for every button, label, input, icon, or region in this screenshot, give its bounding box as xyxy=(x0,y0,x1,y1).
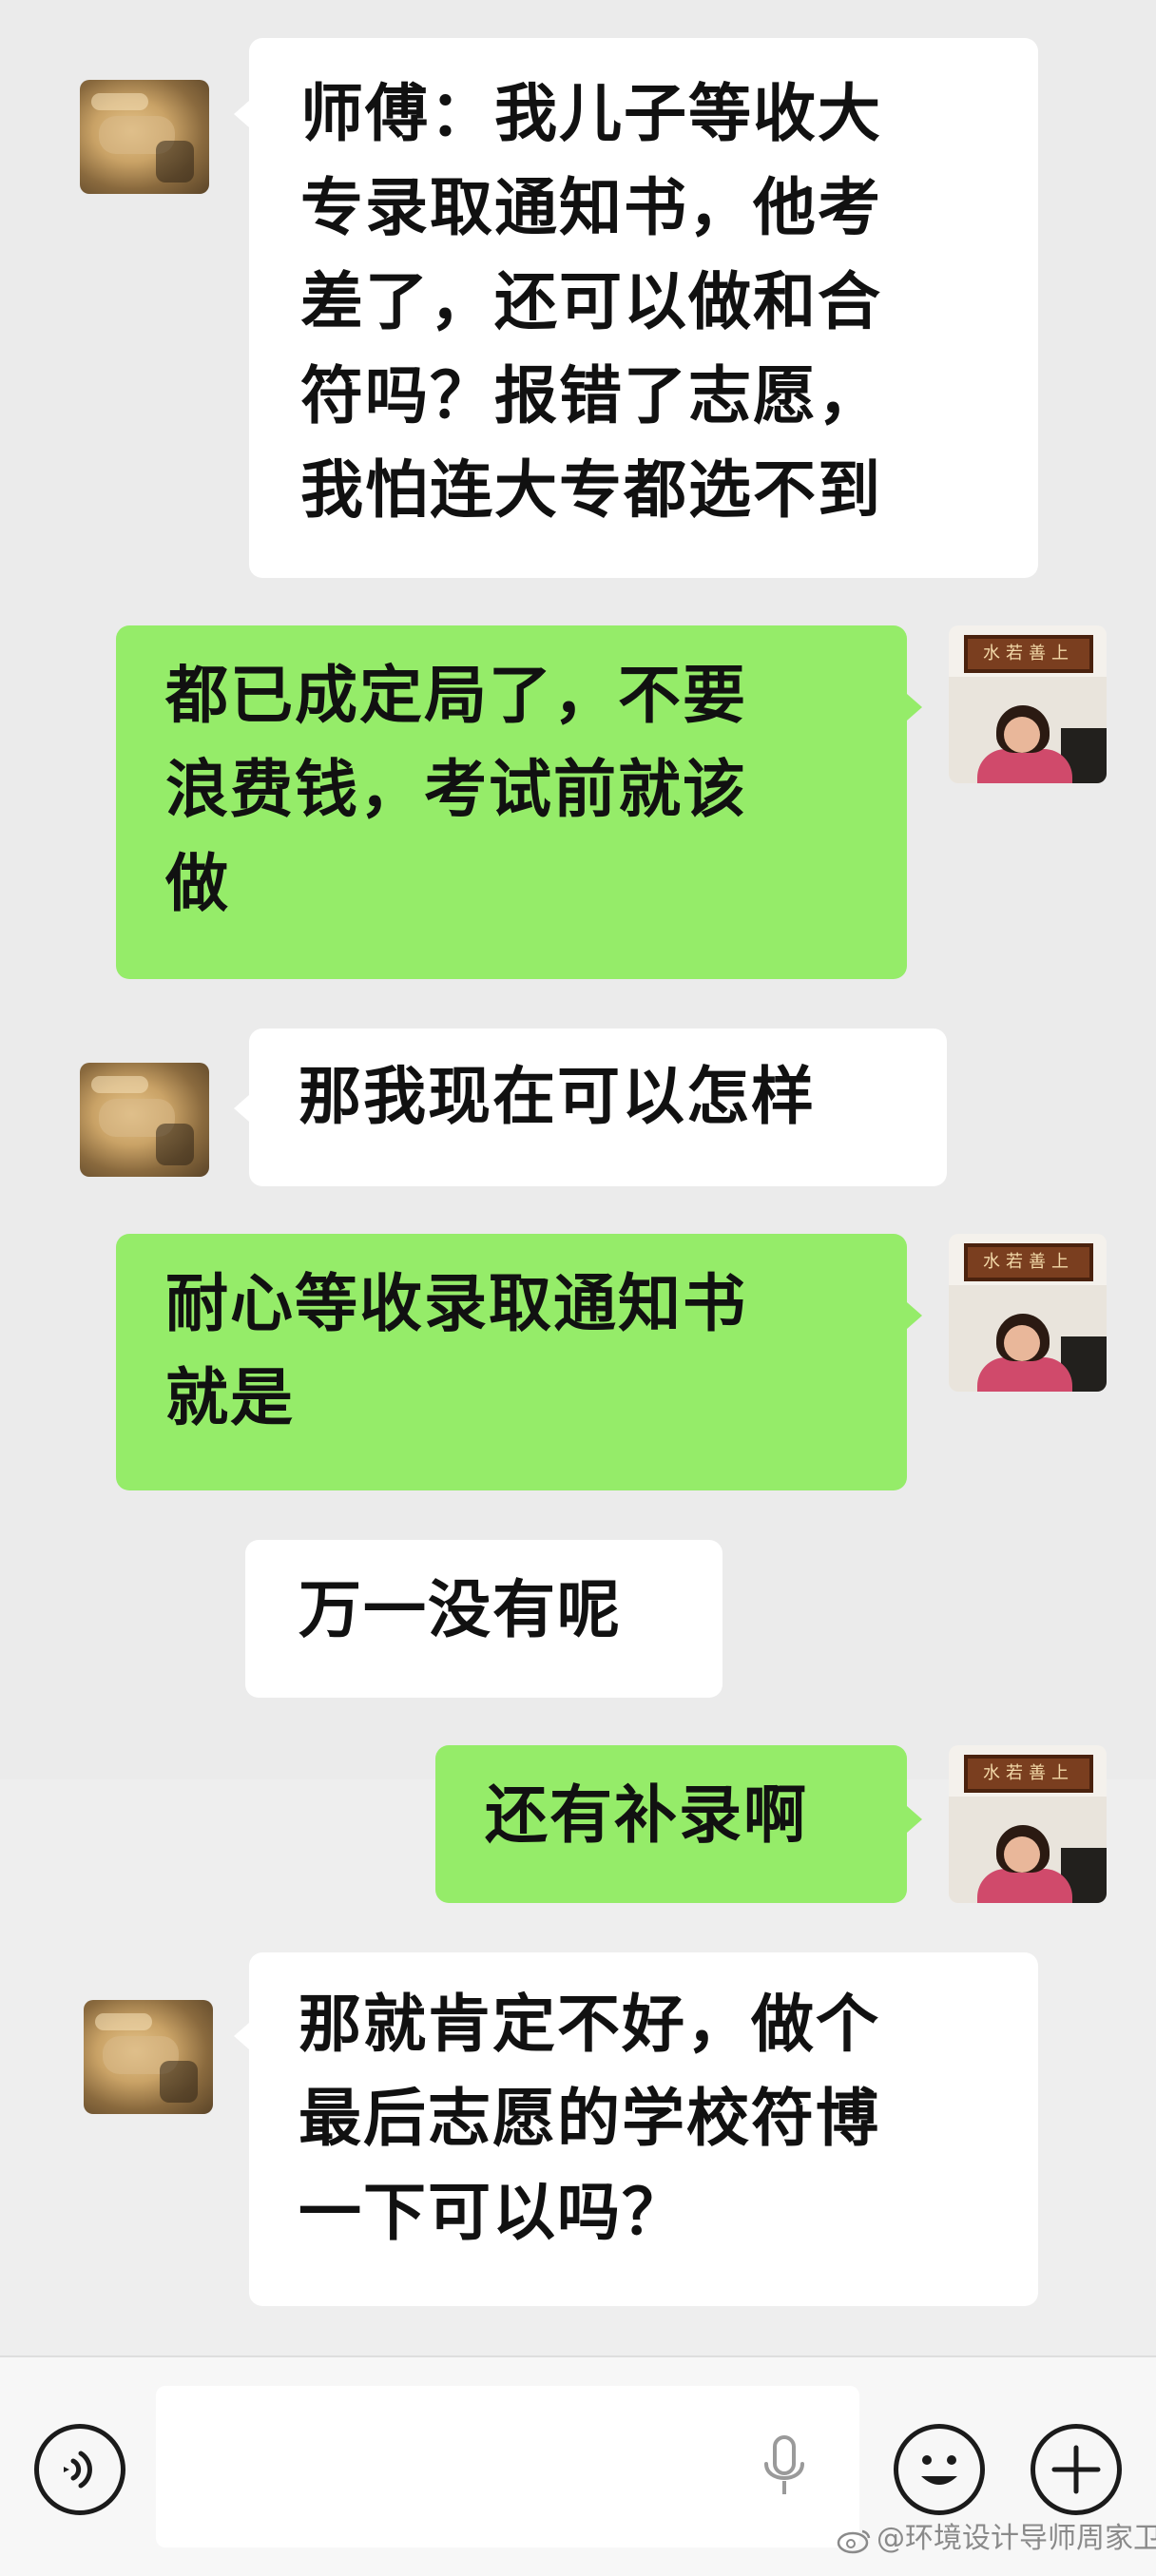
user-avatar[interactable]: 水若善上 xyxy=(949,625,1107,783)
message-bubble-outgoing[interactable]: 耐心等收录取通知书 就是 xyxy=(116,1234,907,1490)
contact-avatar[interactable] xyxy=(84,2000,213,2114)
message-text: 耐心等收录取通知书 就是 xyxy=(165,1267,747,1434)
message-bubble-incoming[interactable]: 那就肯定不好，做个 最后志愿的学校符博 一下可以吗？ xyxy=(249,1952,1038,2306)
message-text: 师傅：我儿子等收大 专录取通知书，他考 差了，还可以做和合 符吗？报错了志愿， … xyxy=(300,77,882,527)
message-text: 那我现在可以怎样 xyxy=(299,1060,816,1133)
contact-avatar[interactable] xyxy=(80,1063,209,1177)
message-bubble-outgoing[interactable]: 还有补录啊 xyxy=(435,1745,907,1903)
emoji-icon xyxy=(921,2455,957,2485)
user-avatar[interactable]: 水若善上 xyxy=(949,1234,1107,1392)
message-bubble-outgoing[interactable]: 都已成定局了，不要 浪费钱，考试前就该 做 xyxy=(116,625,907,979)
message-row-incoming: 万一没有呢 xyxy=(0,1540,1156,1700)
message-input[interactable] xyxy=(156,2386,859,2547)
message-row-outgoing: 耐心等收录取通知书 就是 水若善上 xyxy=(0,1234,1156,1492)
chat-input-bar: @环境设计导师周家卫 xyxy=(0,2355,1156,2576)
plus-icon xyxy=(1051,2445,1101,2494)
bubble-tail xyxy=(907,1806,922,1833)
message-row-incoming: 那我现在可以怎样 xyxy=(0,1028,1156,1190)
voice-toggle-button[interactable] xyxy=(34,2424,125,2515)
bubble-tail xyxy=(234,101,249,127)
more-button[interactable] xyxy=(1031,2424,1122,2515)
bubble-tail xyxy=(234,2023,249,2049)
bubble-tail xyxy=(907,1302,922,1329)
message-row-outgoing: 都已成定局了，不要 浪费钱，考试前就该 做 水若善上 xyxy=(0,625,1156,981)
watermark: @环境设计导师周家卫 xyxy=(837,2515,1156,2563)
message-row-incoming: 那就肯定不好，做个 最后志愿的学校符博 一下可以吗？ xyxy=(0,1952,1156,2308)
message-row-outgoing: 还有补录啊 水若善上 xyxy=(0,1745,1156,1907)
avatar-plaque-text: 水若善上 xyxy=(983,1252,1074,1272)
emoji-button[interactable] xyxy=(894,2424,985,2515)
message-text: 还有补录啊 xyxy=(485,1778,808,1852)
voice-icon xyxy=(64,2451,92,2489)
bubble-tail xyxy=(907,694,922,721)
avatar-plaque-text: 水若善上 xyxy=(983,644,1074,663)
chat-area[interactable]: 师傅：我儿子等收大 专录取通知书，他考 差了，还可以做和合 符吗？报错了志愿， … xyxy=(0,0,1156,2355)
user-avatar[interactable]: 水若善上 xyxy=(949,1745,1107,1903)
message-row-incoming: 师傅：我儿子等收大 专录取通知书，他考 差了，还可以做和合 符吗？报错了志愿， … xyxy=(0,38,1156,580)
message-text: 那就肯定不好，做个 最后志愿的学校符博 一下可以吗？ xyxy=(299,1988,880,2249)
avatar-plaque-text: 水若善上 xyxy=(983,1763,1074,1783)
message-text: 万一没有呢 xyxy=(299,1573,622,1646)
weibo-logo-icon xyxy=(837,2529,871,2553)
message-text: 都已成定局了，不要 浪费钱，考试前就该 做 xyxy=(165,659,747,920)
message-bubble-incoming[interactable]: 万一没有呢 xyxy=(245,1540,722,1698)
watermark-text: @环境设计导师周家卫 xyxy=(877,2522,1156,2555)
message-bubble-incoming[interactable]: 那我现在可以怎样 xyxy=(249,1028,947,1186)
contact-avatar[interactable] xyxy=(80,80,209,194)
message-bubble-incoming[interactable]: 师傅：我儿子等收大 专录取通知书，他考 差了，还可以做和合 符吗？报错了志愿， … xyxy=(249,38,1038,578)
bubble-tail xyxy=(234,1095,249,1122)
microphone-icon[interactable] xyxy=(761,2433,808,2502)
